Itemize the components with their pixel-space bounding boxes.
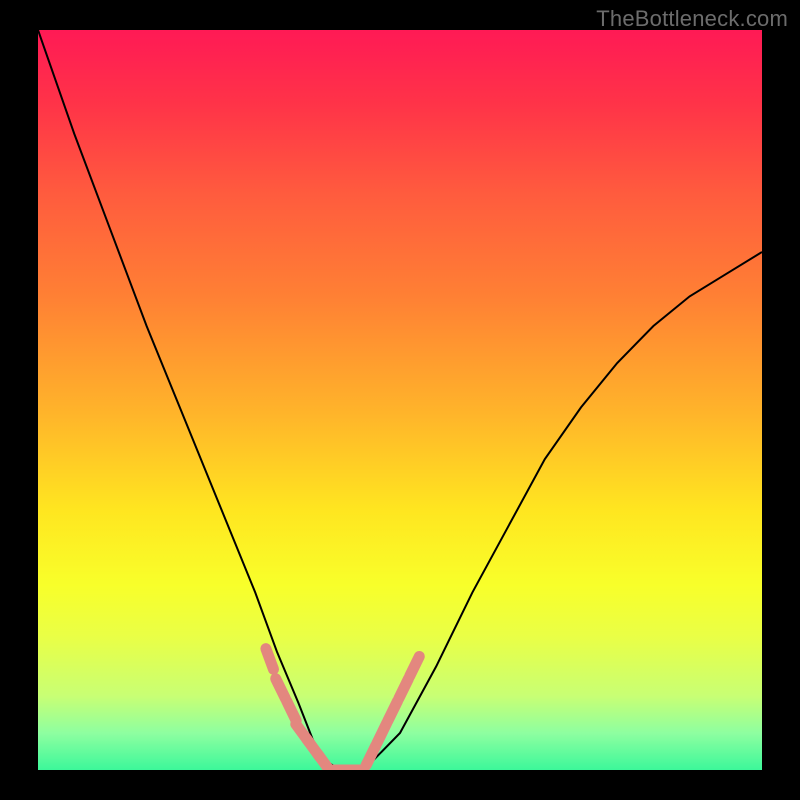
highlight-dash [366, 745, 376, 765]
highlight-layer [266, 649, 419, 770]
highlight-dash [276, 679, 286, 699]
highlight-dash [410, 657, 420, 677]
main-curve [38, 30, 762, 770]
watermark: TheBottleneck.com [596, 6, 788, 32]
highlight-dash [266, 649, 274, 670]
highlight-dash [377, 723, 387, 743]
highlight-dash [388, 701, 398, 721]
chart-svg [38, 30, 762, 770]
curve-layer [38, 30, 762, 770]
plot-area [38, 30, 762, 770]
highlight-dash [399, 679, 409, 699]
chart-frame: TheBottleneck.com [0, 0, 800, 800]
highlight-dash [287, 701, 297, 721]
